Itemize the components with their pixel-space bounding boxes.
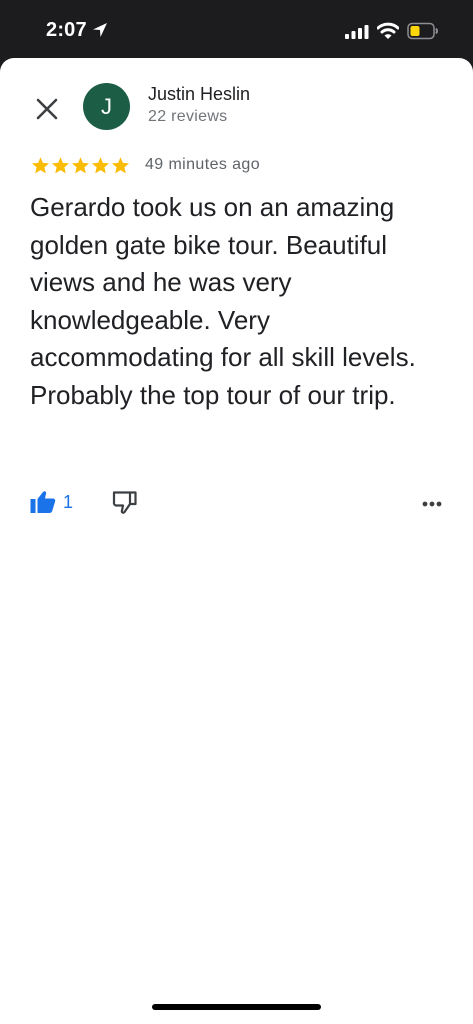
close-button[interactable] xyxy=(30,92,64,126)
status-bar: 2:07 xyxy=(0,0,473,58)
more-horizontal-icon xyxy=(422,501,442,507)
rating-row: 49 minutes ago xyxy=(31,154,260,176)
star-icon xyxy=(51,156,70,173)
status-time: 2:07 xyxy=(46,19,87,41)
star-icon xyxy=(111,156,130,173)
star-icon xyxy=(31,156,50,173)
review-sheet: J Justin Heslin 22 reviews 49 minutes ag… xyxy=(0,58,473,1024)
review-text: Gerardo took us on an amazing golden gat… xyxy=(30,192,416,410)
more-options-button[interactable] xyxy=(419,492,445,516)
review-actions: 1 xyxy=(30,490,445,518)
cellular-signal-icon xyxy=(345,25,369,39)
like-count: 1 xyxy=(63,491,74,512)
close-icon xyxy=(36,98,58,120)
star-icon xyxy=(91,156,110,173)
thumbs-down-icon xyxy=(112,491,137,514)
thumbs-up-icon xyxy=(30,491,56,513)
battery-icon xyxy=(407,22,438,40)
wifi-icon xyxy=(377,22,399,39)
home-indicator xyxy=(152,1004,321,1010)
location-arrow-icon xyxy=(93,23,107,37)
like-button[interactable]: 1 xyxy=(30,490,73,514)
review-count: 22 reviews xyxy=(148,108,228,125)
dislike-button[interactable] xyxy=(112,490,138,521)
reviewer-name[interactable]: Justin Heslin xyxy=(148,84,250,105)
review-timestamp: 49 minutes ago xyxy=(145,156,261,173)
star-icon xyxy=(71,156,90,173)
avatar[interactable]: J xyxy=(83,83,130,130)
star-rating xyxy=(31,156,130,175)
